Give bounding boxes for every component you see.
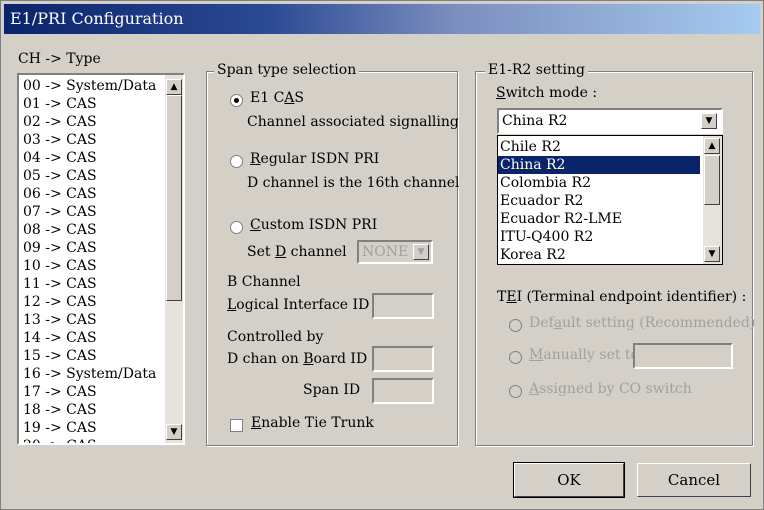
e1-r2-legend: E1-R2 setting [485, 62, 588, 78]
switch-mode-option[interactable]: Chile R2 [498, 138, 700, 156]
channel-list-item[interactable]: 09 -> CAS [21, 239, 156, 257]
cancel-button[interactable]: Cancel [637, 463, 751, 497]
channel-list-item[interactable]: 07 -> CAS [21, 203, 156, 221]
regular-isdn-desc: D channel is the 16th channel [247, 175, 460, 191]
switch-mode-label: Switch mode : [496, 85, 598, 101]
scroll-down-icon[interactable]: ▼ [166, 424, 182, 440]
scroll-up-icon[interactable]: ▲ [166, 79, 182, 95]
regular-isdn-label: Regular ISDN PRI [250, 151, 380, 167]
channel-list[interactable]: 00 -> System/Data 01 -> CAS 02 -> CAS 03 ->… [17, 73, 185, 445]
switch-mode-option[interactable]: ITU-Q400 R2 [498, 228, 700, 246]
set-d-channel-label: Set D channel [247, 244, 347, 260]
channel-list-item[interactable]: 04 -> CAS [21, 149, 156, 167]
channel-list-header: CH -> Type [18, 51, 101, 67]
enable-tie-trunk-label: Enable Tie Trunk [251, 415, 374, 431]
channel-list-item[interactable]: 00 -> System/Data [21, 77, 156, 95]
channel-list-item[interactable]: 16 -> System/Data [21, 365, 156, 383]
switch-mode-option[interactable]: Ecuador R2 [498, 192, 700, 210]
channel-list-item[interactable]: 02 -> CAS [21, 113, 156, 131]
switch-mode-option[interactable]: Colombia R2 [498, 174, 700, 192]
channel-list-item[interactable]: 10 -> CAS [21, 257, 156, 275]
radio-e1-cas[interactable] [230, 94, 243, 107]
span-id-label: Span ID [303, 382, 361, 398]
channel-list-item[interactable]: 03 -> CAS [21, 131, 156, 149]
span-type-legend: Span type selection [214, 62, 360, 78]
e1-cas-desc: Channel associated signalling [247, 114, 459, 130]
tei-manual-label: Manually set to [529, 347, 639, 363]
switch-mode-dropdown-list[interactable]: Chile R2 China R2 Colombia R2 Ecuador R2 Ecu… [497, 135, 723, 265]
radio-tei-manual[interactable] [509, 351, 522, 364]
switch-mode-options: Chile R2 China R2 Colombia R2 Ecuador R2 Ecu… [498, 138, 700, 264]
span-id-input[interactable] [372, 378, 434, 404]
chevron-down-icon[interactable]: ▼ [701, 113, 717, 129]
channel-list-item[interactable]: 12 -> CAS [21, 293, 156, 311]
radio-regular-isdn-pri[interactable] [230, 155, 243, 168]
chevron-down-icon[interactable]: ▼ [413, 244, 429, 260]
channel-list-item[interactable]: 19 -> CAS [21, 419, 156, 437]
window-title: E1/PRI Configuration [4, 4, 760, 34]
switch-mode-option[interactable]: Ecuador R2-LME [498, 210, 700, 228]
channel-list-item[interactable]: 01 -> CAS [21, 95, 156, 113]
channel-list-item[interactable]: 14 -> CAS [21, 329, 156, 347]
switch-mode-select[interactable]: China R2 ▼ [497, 108, 723, 134]
channel-list-item[interactable]: 15 -> CAS [21, 347, 156, 365]
scroll-thumb[interactable] [704, 155, 720, 205]
ok-button[interactable]: OK [513, 462, 625, 498]
logical-interface-input[interactable] [372, 293, 434, 319]
e1-pri-config-dialog: E1/PRI Configuration CH -> Type 00 -> Sy… [0, 0, 764, 510]
radio-tei-assigned[interactable] [509, 385, 522, 398]
b-channel-label: B Channel [227, 274, 301, 290]
channel-list-item[interactable]: 08 -> CAS [21, 221, 156, 239]
channel-list-item[interactable]: 13 -> CAS [21, 311, 156, 329]
scroll-thumb[interactable] [166, 95, 182, 301]
tei-manual-input[interactable] [633, 343, 733, 369]
scroll-up-icon[interactable]: ▲ [704, 138, 720, 154]
enable-tie-trunk-checkbox[interactable] [230, 419, 243, 432]
switch-mode-option[interactable]: China R2 [498, 156, 700, 174]
tei-assigned-label: Assigned by CO switch [529, 381, 692, 397]
channel-list-scrollbar[interactable]: ▲ ▼ [165, 75, 183, 443]
channel-list-items: 00 -> System/Data 01 -> CAS 02 -> CAS 03 ->… [21, 77, 156, 443]
channel-list-item[interactable]: 17 -> CAS [21, 383, 156, 401]
logical-interface-label: Logical Interface ID [227, 297, 370, 313]
custom-isdn-label: Custom ISDN PRI [250, 217, 378, 233]
dropdown-scrollbar[interactable]: ▲ ▼ [703, 136, 722, 264]
scroll-down-icon[interactable]: ▼ [704, 246, 720, 262]
channel-list-item[interactable]: 05 -> CAS [21, 167, 156, 185]
channel-list-item[interactable]: 18 -> CAS [21, 401, 156, 419]
tei-label: TEI (Terminal endpoint identifier) : [497, 289, 747, 305]
radio-custom-isdn-pri[interactable] [230, 221, 243, 234]
channel-list-item[interactable]: 06 -> CAS [21, 185, 156, 203]
radio-tei-default[interactable] [509, 319, 522, 332]
channel-list-item[interactable]: 11 -> CAS [21, 275, 156, 293]
controlled-by-label: Controlled by [227, 329, 324, 345]
board-id-input[interactable] [372, 346, 434, 372]
e1-cas-label: E1 CAS [250, 90, 305, 106]
switch-mode-option[interactable]: Korea R2 [498, 246, 700, 264]
set-d-channel-select[interactable]: NONE ▼ [357, 240, 433, 264]
board-id-label: D chan on Board ID [227, 351, 368, 367]
tei-default-label: Default setting (Recommended) [529, 315, 756, 331]
channel-list-item[interactable]: 20 -> CAS [21, 437, 156, 443]
